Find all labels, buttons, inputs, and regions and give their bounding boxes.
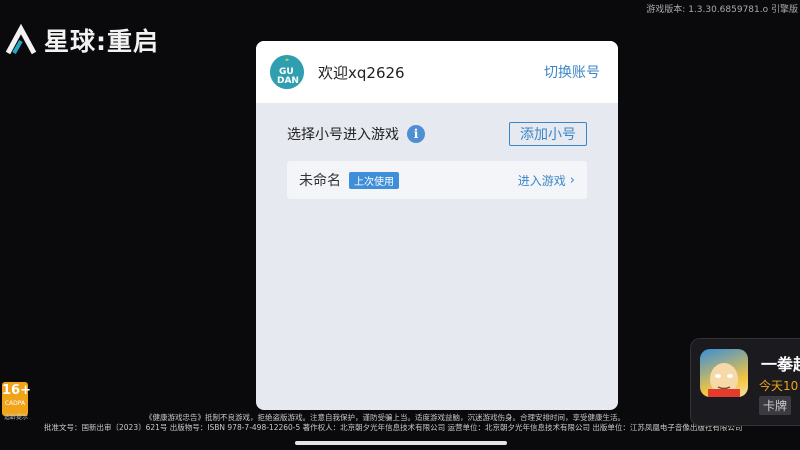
add-sub-account-button[interactable]: 添加小号 xyxy=(509,122,587,146)
home-indicator[interactable] xyxy=(295,441,507,445)
account-select-dialog: GU DAN 欢迎xq2626 切换账号 选择小号进入游戏 i 添加小号 未命名… xyxy=(256,41,618,410)
gudian-logo-icon: GU DAN xyxy=(270,55,304,89)
game-recommendation-card[interactable]: 一拳超 今天10 卡牌 xyxy=(690,338,800,426)
game-name: 一拳超 xyxy=(761,355,800,374)
switch-account-link[interactable]: 切换账号 xyxy=(544,62,600,82)
enter-game-link[interactable]: 进入游戏 › xyxy=(518,172,575,189)
publishing-info: 批准文号：国新出审〔2023〕621号 出版物号：ISBN 978-7-498-… xyxy=(44,423,743,432)
game-time: 今天10 xyxy=(759,379,799,393)
info-icon[interactable]: i xyxy=(407,125,425,143)
app-logo: 星球:重启 xyxy=(4,22,159,58)
account-name: 未命名 xyxy=(299,173,341,189)
section-title: 选择小号进入游戏 xyxy=(287,127,399,143)
enter-game-label: 进入游戏 xyxy=(517,173,566,188)
dialog-header: GU DAN 欢迎xq2626 切换账号 xyxy=(256,41,618,103)
app-title: 星球:重启 xyxy=(44,27,159,56)
section-header: 选择小号进入游戏 i 添加小号 xyxy=(287,121,587,147)
welcome-text: 欢迎xq2626 xyxy=(318,63,405,82)
svg-text:DAN: DAN xyxy=(277,76,299,86)
game-tag: 卡牌 xyxy=(759,396,792,415)
version-text: 游戏版本: 1.3.30.6859781.o 引擎版 xyxy=(646,5,798,15)
chevron-right-icon: › xyxy=(569,172,575,188)
age-rating-value: 16+ xyxy=(2,383,31,398)
age-rating-badge: 16+ CADPA xyxy=(2,382,31,416)
age-rating-caption: 适龄提示 xyxy=(3,414,28,421)
age-rating-org: CADPA xyxy=(4,400,26,407)
logo-mark-icon xyxy=(4,23,38,57)
account-list-item[interactable]: 未命名 上次使用 进入游戏 › xyxy=(287,161,587,199)
game-icon xyxy=(700,349,748,397)
last-used-badge: 上次使用 xyxy=(349,171,399,189)
